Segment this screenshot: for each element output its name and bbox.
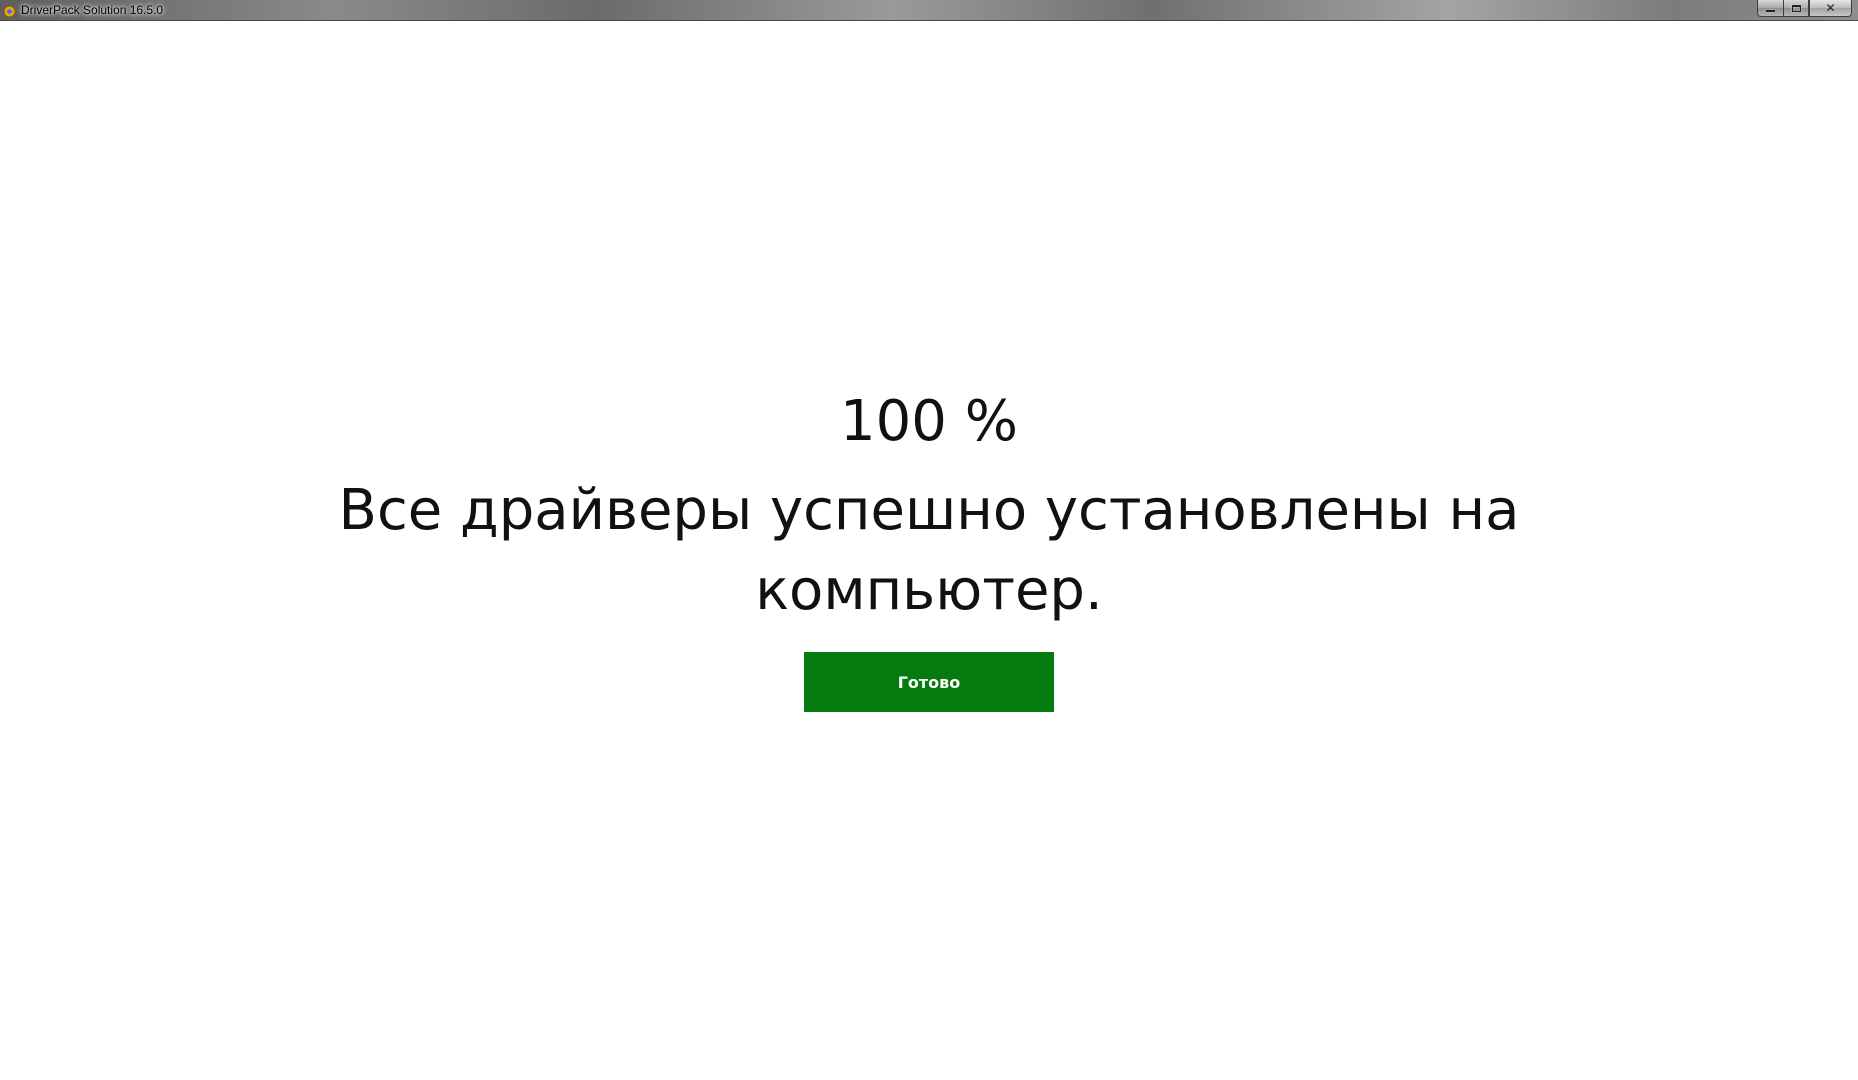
window-controls: ✕	[1757, 0, 1852, 18]
close-button[interactable]: ✕	[1809, 0, 1852, 17]
minimize-button[interactable]	[1757, 0, 1783, 17]
minimize-icon	[1766, 10, 1775, 12]
title-bar[interactable]: DriverPack Solution 16.5.0 ✕	[0, 0, 1858, 21]
close-icon: ✕	[1825, 1, 1836, 15]
app-window: DriverPack Solution 16.5.0 ✕ 100 % Все д…	[0, 0, 1858, 1080]
done-button[interactable]: Готово	[804, 652, 1054, 712]
window-title: DriverPack Solution 16.5.0	[21, 3, 164, 17]
progress-percent: 100 %	[840, 389, 1018, 454]
completion-message: Все драйверы успешно установлены на комп…	[338, 478, 1520, 623]
maximize-button[interactable]	[1783, 0, 1809, 17]
driverpack-logo-icon	[3, 3, 16, 18]
maximize-icon	[1791, 4, 1801, 12]
